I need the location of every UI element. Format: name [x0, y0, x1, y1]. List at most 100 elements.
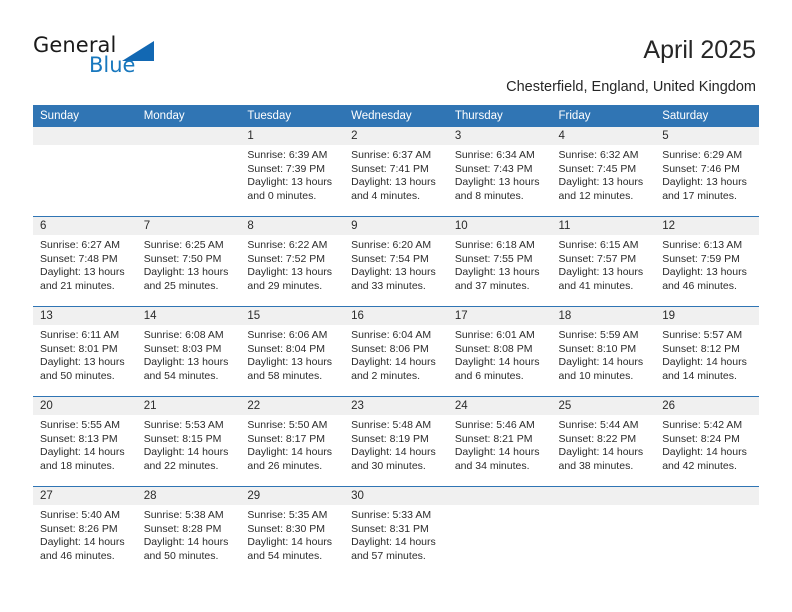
- day-number: 15: [240, 307, 345, 325]
- day-cell-inner: 2 Sunrise: 6:37 AM Sunset: 7:41 PM Daylight…: [344, 127, 448, 216]
- day-cell-inner: 14 Sunrise: 6:08 AM Sunset: 8:03 PM Dayligh…: [136, 307, 241, 396]
- day-details: Sunrise: 6:32 AM Sunset: 7:45 PM Daylight:…: [552, 145, 656, 203]
- calendar-day-cell[interactable]: 10 Sunrise: 6:18 AM Sunset: 7:55 PM Dayligh…: [447, 216, 552, 307]
- calendar-header-row: Sunday Monday Tuesday Wednesday Thursday…: [33, 105, 759, 127]
- calendar-day-cell[interactable]: 17 Sunrise: 6:01 AM Sunset: 8:08 PM Dayligh…: [447, 306, 552, 397]
- sunrise-time: Sunrise: 5:53 AM: [143, 419, 224, 431]
- day-details: Sunrise: 6:34 AM Sunset: 7:43 PM Daylight:…: [448, 145, 552, 203]
- calendar-day-cell[interactable]: 28 Sunrise: 5:38 AM Sunset: 8:28 PM Dayligh…: [136, 486, 241, 576]
- sunrise-time: Sunrise: 6:11 AM: [40, 329, 120, 341]
- daylight-duration-line1: Daylight: 13 hours: [662, 176, 747, 189]
- calendar-day-cell[interactable]: 27 Sunrise: 5:40 AM Sunset: 8:26 PM Dayligh…: [33, 486, 137, 576]
- daylight-duration-line2: and 38 minutes.: [558, 459, 634, 472]
- sunrise-time: Sunrise: 6:18 AM: [454, 239, 535, 251]
- day-details: Sunrise: 5:55 AM Sunset: 8:13 PM Daylight:…: [33, 415, 137, 473]
- calendar-day-cell[interactable]: 8 Sunrise: 6:22 AM Sunset: 7:52 PM Daylight…: [240, 216, 345, 307]
- calendar-day-cell[interactable]: 4 Sunrise: 6:32 AM Sunset: 7:45 PM Daylight…: [551, 127, 656, 217]
- daylight-duration-line2: and 6 minutes.: [454, 369, 524, 382]
- daylight-duration-line2: and 41 minutes.: [558, 279, 634, 292]
- sunset-time: Sunset: 8:17 PM: [247, 432, 326, 445]
- daylight-duration-line1: Daylight: 13 hours: [40, 356, 125, 369]
- calendar-day-cell[interactable]: 19 Sunrise: 5:57 AM Sunset: 8:12 PM Dayligh…: [655, 306, 759, 397]
- calendar-day-cell[interactable]: 18 Sunrise: 5:59 AM Sunset: 8:10 PM Dayligh…: [551, 306, 656, 397]
- calendar-day-cell[interactable]: 25 Sunrise: 5:44 AM Sunset: 8:22 PM Dayligh…: [551, 396, 656, 487]
- daylight-duration-line1: Daylight: 13 hours: [247, 176, 333, 189]
- daylight-duration-line1: Daylight: 14 hours: [558, 446, 644, 459]
- calendar-day-cell[interactable]: 30 Sunrise: 5:33 AM Sunset: 8:31 PM Dayligh…: [344, 486, 448, 576]
- calendar-day-cell[interactable]: 7 Sunrise: 6:25 AM Sunset: 7:50 PM Daylight…: [136, 216, 241, 307]
- location-subtitle: Chesterfield, England, United Kingdom: [506, 79, 756, 95]
- day-number: 6: [33, 217, 137, 235]
- day-cell-inner: [551, 487, 656, 576]
- calendar-day-cell[interactable]: 22 Sunrise: 5:50 AM Sunset: 8:17 PM Dayligh…: [240, 396, 345, 487]
- calendar-day-cell[interactable]: 12 Sunrise: 6:13 AM Sunset: 7:59 PM Dayligh…: [655, 216, 759, 307]
- day-number: 3: [447, 127, 552, 145]
- daylight-duration-line1: Daylight: 14 hours: [662, 446, 747, 459]
- daylight-duration-line1: Daylight: 14 hours: [143, 536, 229, 549]
- daylight-duration-line2: and 8 minutes.: [454, 189, 524, 202]
- daylight-duration-line1: Daylight: 13 hours: [247, 356, 333, 369]
- calendar-day-cell[interactable]: 5 Sunrise: 6:29 AM Sunset: 7:46 PM Daylight…: [655, 127, 759, 217]
- day-cell-inner: 20 Sunrise: 5:55 AM Sunset: 8:13 PM Dayligh…: [33, 397, 137, 486]
- calendar-day-cell[interactable]: 1 Sunrise: 6:39 AM Sunset: 7:39 PM Daylight…: [240, 127, 345, 217]
- day-cell-inner: 18 Sunrise: 5:59 AM Sunset: 8:10 PM Dayligh…: [551, 307, 656, 396]
- sunrise-time: Sunrise: 5:44 AM: [558, 419, 639, 431]
- calendar-day-cell[interactable]: 14 Sunrise: 6:08 AM Sunset: 8:03 PM Dayligh…: [136, 306, 241, 397]
- sunrise-time: Sunrise: 6:27 AM: [40, 239, 120, 251]
- sunrise-time: Sunrise: 6:34 AM: [454, 149, 535, 161]
- sunset-time: Sunset: 7:54 PM: [351, 252, 429, 265]
- calendar-day-cell[interactable]: 16 Sunrise: 6:04 AM Sunset: 8:06 PM Dayligh…: [344, 306, 448, 397]
- daylight-duration-line2: and 21 minutes.: [40, 279, 115, 292]
- day-details: Sunrise: 6:08 AM Sunset: 8:03 PM Daylight:…: [137, 325, 241, 383]
- day-cell-inner: 11 Sunrise: 6:15 AM Sunset: 7:57 PM Dayligh…: [551, 217, 656, 306]
- day-number: 13: [33, 307, 137, 325]
- daylight-duration-line1: Daylight: 14 hours: [40, 536, 125, 549]
- day-details: Sunrise: 6:20 AM Sunset: 7:54 PM Daylight:…: [344, 235, 448, 293]
- day-number: 23: [344, 397, 448, 415]
- calendar-day-cell[interactable]: 6 Sunrise: 6:27 AM Sunset: 7:48 PM Daylight…: [33, 216, 137, 307]
- calendar-day-cell[interactable]: 20 Sunrise: 5:55 AM Sunset: 8:13 PM Dayligh…: [33, 396, 137, 487]
- calendar-day-cell[interactable]: 21 Sunrise: 5:53 AM Sunset: 8:15 PM Dayligh…: [136, 396, 241, 487]
- daylight-duration-line1: Daylight: 14 hours: [247, 446, 333, 459]
- daylight-duration-line1: Daylight: 13 hours: [662, 266, 747, 279]
- weekday-header-saturday: Saturday: [655, 105, 759, 127]
- calendar-day-cell-empty: [447, 486, 552, 576]
- daylight-duration-line1: Daylight: 13 hours: [454, 176, 540, 189]
- daylight-duration-line2: and 17 minutes.: [662, 189, 737, 202]
- daylight-duration-line2: and 29 minutes.: [247, 279, 323, 292]
- day-number: 29: [240, 487, 345, 505]
- sunrise-time: Sunrise: 6:32 AM: [558, 149, 639, 161]
- day-details: Sunrise: 5:38 AM Sunset: 8:28 PM Daylight:…: [137, 505, 241, 563]
- day-details: Sunrise: 5:53 AM Sunset: 8:15 PM Daylight:…: [137, 415, 241, 473]
- weekday-header-thursday: Thursday: [447, 105, 552, 127]
- weekday-header-tuesday: Tuesday: [240, 105, 345, 127]
- day-cell-inner: 22 Sunrise: 5:50 AM Sunset: 8:17 PM Dayligh…: [240, 397, 345, 486]
- calendar-day-cell[interactable]: 29 Sunrise: 5:35 AM Sunset: 8:30 PM Dayligh…: [240, 486, 345, 576]
- day-details: Sunrise: 5:59 AM Sunset: 8:10 PM Daylight:…: [552, 325, 656, 383]
- calendar-day-cell[interactable]: 11 Sunrise: 6:15 AM Sunset: 7:57 PM Dayligh…: [551, 216, 656, 307]
- calendar-day-cell[interactable]: 15 Sunrise: 6:06 AM Sunset: 8:04 PM Dayligh…: [240, 306, 345, 397]
- sunrise-time: Sunrise: 6:13 AM: [662, 239, 743, 251]
- calendar-day-cell[interactable]: 9 Sunrise: 6:20 AM Sunset: 7:54 PM Daylight…: [344, 216, 448, 307]
- day-details: Sunrise: 6:01 AM Sunset: 8:08 PM Daylight:…: [448, 325, 552, 383]
- sunrise-time: Sunrise: 6:25 AM: [143, 239, 224, 251]
- calendar-day-cell[interactable]: 26 Sunrise: 5:42 AM Sunset: 8:24 PM Dayligh…: [655, 396, 759, 487]
- day-number: 10: [447, 217, 552, 235]
- day-number: [33, 127, 137, 145]
- daylight-duration-line1: Daylight: 13 hours: [454, 266, 540, 279]
- daylight-duration-line2: and 57 minutes.: [351, 549, 426, 562]
- calendar-day-cell[interactable]: 23 Sunrise: 5:48 AM Sunset: 8:19 PM Dayligh…: [344, 396, 448, 487]
- day-number: 28: [136, 487, 241, 505]
- daylight-duration-line1: Daylight: 13 hours: [247, 266, 333, 279]
- brand-logo[interactable]: General Blue: [33, 33, 183, 81]
- calendar-day-cell[interactable]: 3 Sunrise: 6:34 AM Sunset: 7:43 PM Daylight…: [447, 127, 552, 217]
- sunrise-time: Sunrise: 6:15 AM: [558, 239, 639, 251]
- calendar-day-cell[interactable]: 24 Sunrise: 5:46 AM Sunset: 8:21 PM Dayligh…: [447, 396, 552, 487]
- weekday-header-wednesday: Wednesday: [344, 105, 448, 127]
- calendar-day-cell[interactable]: 13 Sunrise: 6:11 AM Sunset: 8:01 PM Dayligh…: [33, 306, 137, 397]
- day-number: 12: [655, 217, 759, 235]
- calendar-week-row: 6 Sunrise: 6:27 AM Sunset: 7:48 PM Daylight…: [33, 216, 759, 307]
- day-details: Sunrise: 6:39 AM Sunset: 7:39 PM Daylight:…: [240, 145, 344, 203]
- calendar-day-cell[interactable]: 2 Sunrise: 6:37 AM Sunset: 7:41 PM Daylight…: [344, 127, 448, 217]
- daylight-duration-line1: Daylight: 13 hours: [351, 176, 436, 189]
